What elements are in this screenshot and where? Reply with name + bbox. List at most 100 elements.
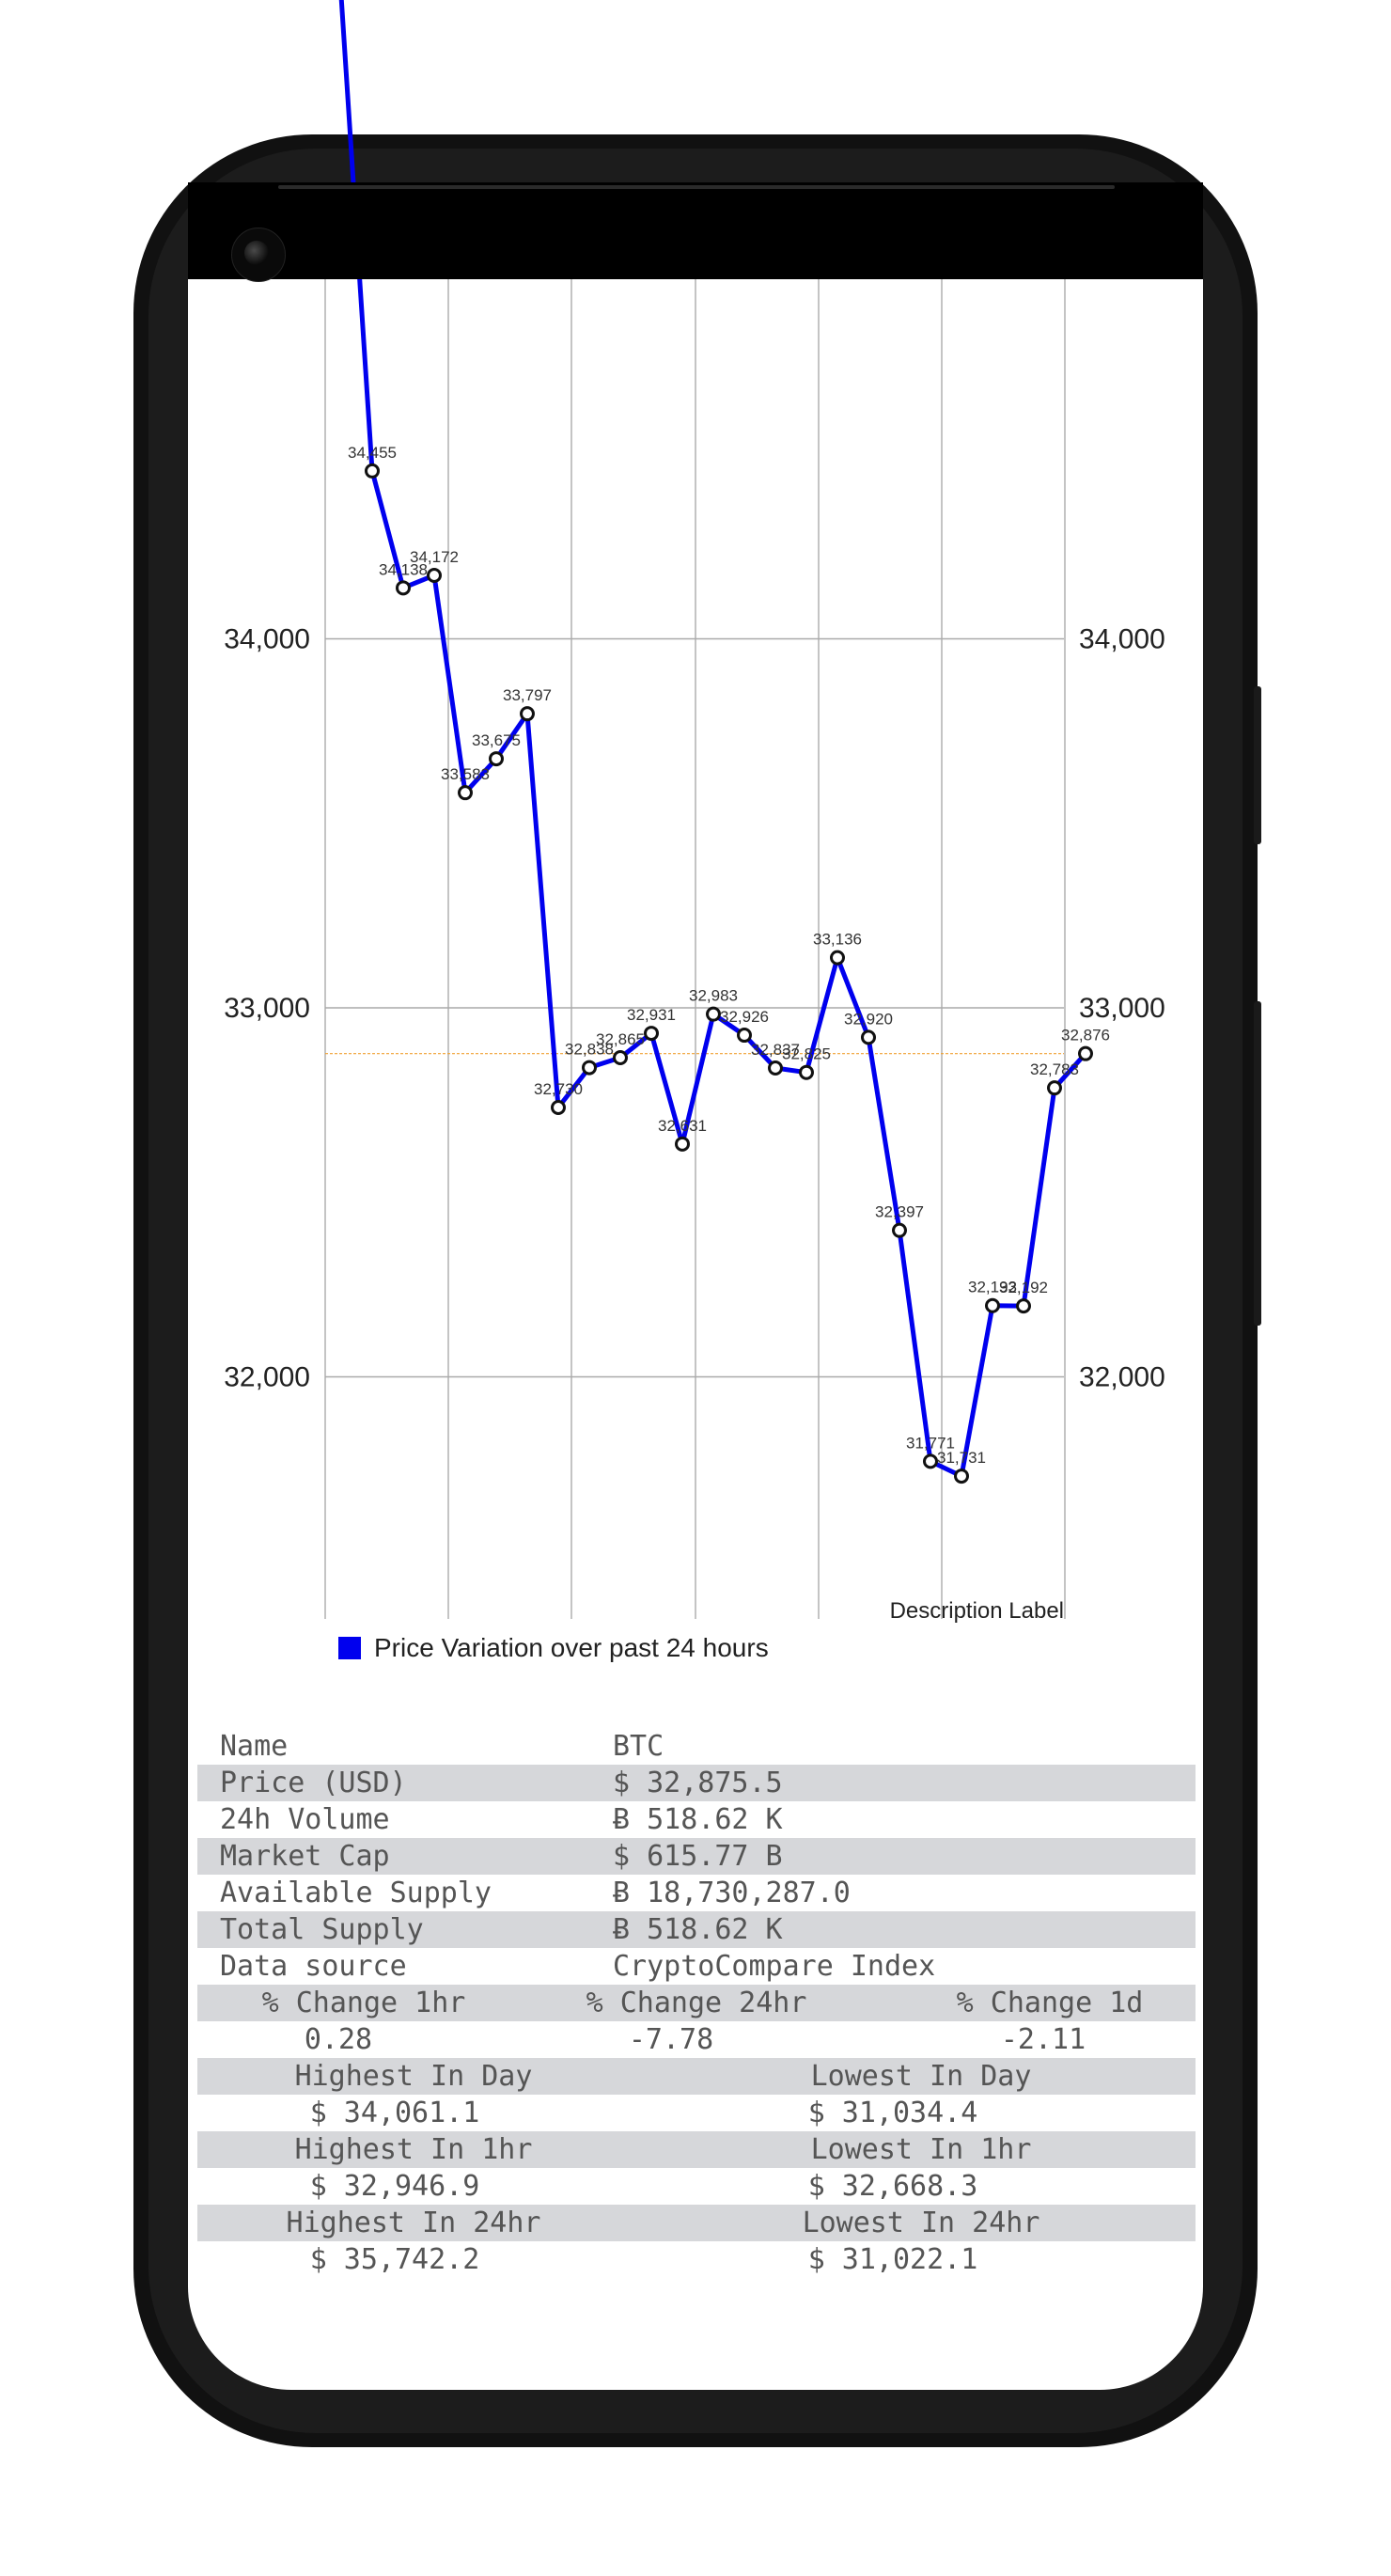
data-point-label: 32,192 bbox=[999, 1279, 1048, 1296]
data-point bbox=[613, 1049, 628, 1065]
data-point-label: 32,631 bbox=[658, 1117, 707, 1135]
data-point bbox=[458, 785, 473, 801]
lowest-1hr-label: Lowest In 1hr bbox=[810, 2133, 1032, 2166]
row-label: Data source bbox=[220, 1950, 407, 1983]
data-point bbox=[365, 463, 380, 479]
highest-day-label: Highest In Day bbox=[294, 2060, 533, 2093]
data-point-label: 34,172 bbox=[410, 548, 459, 566]
day-range-value-row: $ 34,061.1 $ 31,034.4 bbox=[197, 2095, 1196, 2131]
row-value: $ 615.77 B bbox=[613, 1840, 783, 1873]
data-point-label: 31,731 bbox=[937, 1449, 986, 1467]
info-row-name: Name BTC bbox=[197, 1728, 1196, 1765]
data-point-label: 33,583 bbox=[441, 765, 490, 783]
data-point bbox=[1016, 1298, 1031, 1314]
data-point-label: 32,876 bbox=[1061, 1027, 1110, 1045]
data-point-label: 33,136 bbox=[813, 931, 862, 949]
y-tick-label-right: 34,000 bbox=[1079, 624, 1165, 655]
data-point bbox=[582, 1060, 597, 1076]
data-point bbox=[830, 950, 845, 966]
24hr-range-value-row: $ 35,742.2 $ 31,022.1 bbox=[197, 2241, 1196, 2278]
hour-range-value-row: $ 32,946.9 $ 32,668.3 bbox=[197, 2168, 1196, 2205]
row-label: Name bbox=[220, 1730, 289, 1763]
row-value: $ 32,875.5 bbox=[613, 1767, 783, 1799]
lowest-24hr-label: Lowest In 24hr bbox=[802, 2207, 1040, 2239]
y-tick-label-left: 32,000 bbox=[224, 1362, 310, 1393]
change-24hr-value: -7.78 bbox=[628, 2023, 714, 2056]
y-tick-label-left: 34,000 bbox=[224, 624, 310, 655]
lowest-24hr-value: $ 31,022.1 bbox=[807, 2243, 978, 2276]
data-point-label: 33,797 bbox=[503, 686, 552, 704]
camera-lens bbox=[244, 241, 269, 265]
y-tick-label-right: 33,000 bbox=[1079, 993, 1165, 1024]
row-label: Market Cap bbox=[220, 1840, 390, 1873]
data-point bbox=[923, 1453, 938, 1469]
info-row-data-source: Data source CryptoCompare Index bbox=[197, 1948, 1196, 1985]
y-tick-label-right: 32,000 bbox=[1079, 1362, 1165, 1393]
info-row-available-supply: Available Supply Ƀ 18,730,287.0 bbox=[197, 1875, 1196, 1911]
data-point-label: 33,675 bbox=[472, 731, 521, 749]
row-label: Total Supply bbox=[220, 1913, 424, 1946]
data-point-label: 32,926 bbox=[720, 1008, 769, 1026]
row-value: BTC bbox=[613, 1730, 664, 1763]
data-point bbox=[706, 1006, 721, 1022]
data-point bbox=[892, 1222, 907, 1238]
row-label: Available Supply bbox=[220, 1877, 492, 1909]
data-point-label: 32,931 bbox=[627, 1006, 676, 1024]
change-1hr-header: % Change 1hr bbox=[261, 1987, 466, 2019]
chart-description: Description Label bbox=[889, 1598, 1064, 1624]
data-point bbox=[644, 1026, 659, 1042]
data-point bbox=[985, 1297, 1000, 1313]
change-1hr-value: 0.28 bbox=[304, 2023, 373, 2056]
y-tick-label-left: 33,000 bbox=[224, 993, 310, 1024]
row-label: Price (USD) bbox=[220, 1767, 407, 1799]
change-value-row: 0.28 -7.78 -2.11 bbox=[197, 2021, 1196, 2058]
coin-info-panel: Name BTC Price (USD) $ 32,875.5 24h Volu… bbox=[197, 1728, 1196, 2278]
change-24hr-header: % Change 24hr bbox=[586, 1987, 807, 2019]
data-point bbox=[520, 706, 535, 722]
data-point-label: 32,825 bbox=[782, 1045, 831, 1063]
change-1d-value: -2.11 bbox=[1000, 2023, 1086, 2056]
day-range-header-row: Highest In Day Lowest In Day bbox=[197, 2058, 1196, 2095]
data-point bbox=[861, 1029, 876, 1045]
lowest-day-label: Lowest In Day bbox=[810, 2060, 1032, 2093]
change-1d-header: % Change 1d bbox=[956, 1987, 1144, 2019]
data-point-label: 32,983 bbox=[689, 987, 738, 1005]
row-value: CryptoCompare Index bbox=[613, 1950, 936, 1983]
data-point bbox=[737, 1028, 752, 1044]
data-point bbox=[551, 1099, 566, 1115]
info-row-market-cap: Market Cap $ 615.77 B bbox=[197, 1838, 1196, 1875]
hour-range-header-row: Highest In 1hr Lowest In 1hr bbox=[197, 2131, 1196, 2168]
24hr-range-header-row: Highest In 24hr Lowest In 24hr bbox=[197, 2205, 1196, 2241]
data-point bbox=[1078, 1045, 1093, 1061]
row-value: Ƀ 18,730,287.0 bbox=[613, 1877, 851, 1909]
info-row-volume: 24h Volume Ƀ 518.62 K bbox=[197, 1801, 1196, 1838]
info-row-price: Price (USD) $ 32,875.5 bbox=[197, 1765, 1196, 1801]
lowest-1hr-value: $ 32,668.3 bbox=[807, 2170, 978, 2203]
chart-legend: Price Variation over past 24 hours bbox=[338, 1632, 769, 1664]
highest-24hr-value: $ 35,742.2 bbox=[309, 2243, 480, 2276]
data-point bbox=[1047, 1080, 1062, 1096]
highest-1hr-value: $ 32,946.9 bbox=[309, 2170, 480, 2203]
data-point-label: 32,865 bbox=[596, 1030, 645, 1048]
data-point bbox=[396, 580, 411, 596]
data-point-label: 32,920 bbox=[844, 1010, 893, 1028]
lowest-day-value: $ 31,034.4 bbox=[807, 2097, 978, 2129]
data-point-label: 32,397 bbox=[875, 1203, 924, 1221]
earpiece-speaker bbox=[278, 185, 1115, 189]
info-row-total-supply: Total Supply Ƀ 518.62 K bbox=[197, 1911, 1196, 1948]
data-point bbox=[489, 751, 504, 767]
row-value: Ƀ 518.62 K bbox=[613, 1803, 783, 1836]
row-label: 24h Volume bbox=[220, 1803, 390, 1836]
highest-day-value: $ 34,061.1 bbox=[309, 2097, 480, 2129]
highest-24hr-label: Highest In 24hr bbox=[286, 2207, 541, 2239]
status-bar-cutout bbox=[188, 182, 1203, 279]
data-point bbox=[427, 567, 442, 583]
data-point-label: 32,783 bbox=[1030, 1060, 1079, 1078]
data-point bbox=[675, 1136, 690, 1152]
legend-swatch bbox=[338, 1637, 361, 1659]
data-point bbox=[799, 1064, 814, 1080]
data-point bbox=[768, 1060, 783, 1076]
change-header-row: % Change 1hr % Change 24hr % Change 1d bbox=[197, 1985, 1196, 2021]
data-point-label: 32,730 bbox=[534, 1080, 583, 1098]
data-point bbox=[954, 1469, 969, 1484]
